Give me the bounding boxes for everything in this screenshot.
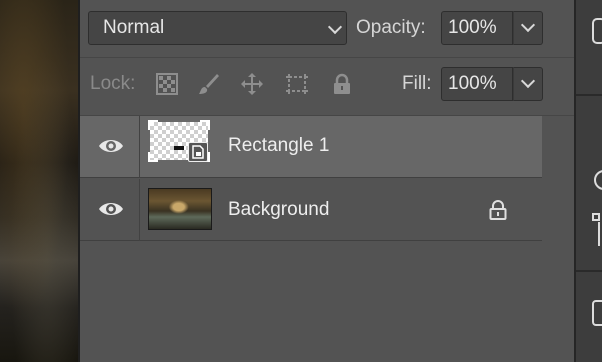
dock-doc-icon[interactable]	[592, 300, 602, 326]
background-thumbnail[interactable]	[148, 188, 212, 230]
layer-row-background[interactable]: Background	[80, 179, 542, 241]
layer-name: Background	[228, 199, 330, 220]
fill-input[interactable]: 100%	[441, 67, 513, 101]
layer-thumbnail[interactable]	[148, 120, 210, 162]
smart-object-icon	[188, 142, 208, 162]
dock-separator	[576, 270, 602, 272]
padlock-icon[interactable]	[330, 72, 354, 96]
blend-mode-value: Normal	[103, 17, 165, 38]
dock-separator	[576, 94, 602, 96]
document-canvas-edge	[0, 0, 78, 362]
artboard-lock-icon[interactable]	[284, 72, 308, 96]
opacity-input[interactable]: 100%	[441, 11, 513, 45]
blend-mode-select[interactable]: Normal	[88, 11, 347, 45]
fill-value: 100%	[448, 73, 497, 94]
thumb-corner	[148, 120, 158, 130]
layer-row-rectangle-1[interactable]: Rectangle 1	[80, 116, 542, 178]
transparency-lock-icon[interactable]	[155, 72, 179, 96]
padlock-icon	[489, 200, 507, 220]
thumb-corner	[200, 120, 210, 130]
opacity-value: 100%	[448, 17, 497, 38]
layer-name: Rectangle 1	[228, 135, 330, 156]
eye-icon	[99, 140, 123, 152]
opacity-label: Opacity:	[356, 17, 426, 38]
shape-mark	[174, 146, 184, 150]
toolbar-separator	[80, 57, 574, 58]
dock-panel-icon[interactable]	[592, 18, 602, 44]
brush-lock-icon[interactable]	[196, 72, 220, 96]
eye-icon	[99, 203, 123, 215]
visibility-toggle[interactable]	[80, 116, 140, 178]
visibility-toggle[interactable]	[80, 179, 140, 241]
thumb-corner	[148, 152, 158, 162]
fill-label: Fill:	[402, 73, 432, 94]
dock-paths-line	[598, 222, 600, 246]
move-lock-icon[interactable]	[240, 72, 264, 96]
dock-paths-icon[interactable]	[592, 213, 600, 221]
lock-label: Lock:	[90, 73, 136, 94]
